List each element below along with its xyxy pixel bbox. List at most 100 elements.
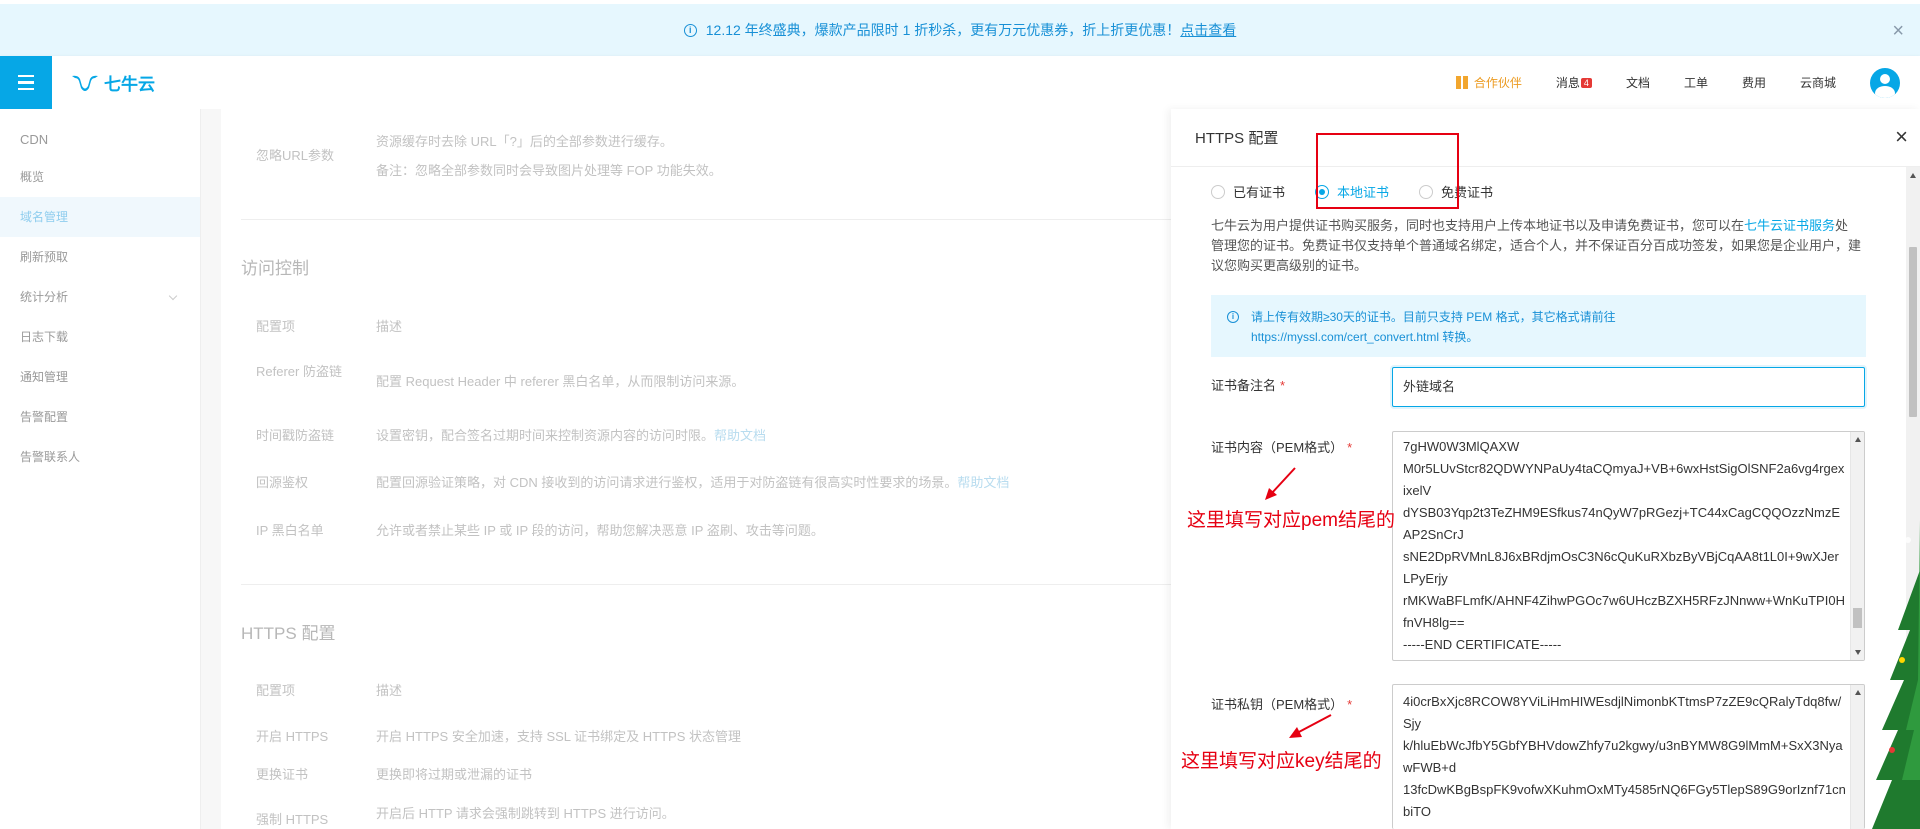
cert-service-link[interactable]: 七牛云证书服务 <box>1744 218 1835 233</box>
cert-line: 7gHW0W3MlQAXW <box>1403 439 1520 454</box>
nav-billing[interactable]: 费用 <box>1742 74 1766 91</box>
header-nav: 合作伙伴 消息 4 文档 工单 费用 云商城 <box>1422 56 1900 109</box>
tip-line-1: 请上传有效期≥30天的证书。目前只支持 PEM 格式，其它格式请前往 <box>1251 310 1616 324</box>
cert-line: rMKWaBFLmfK/AHNF4ZihwPGOc7w6UHczBZXH5RFz… <box>1403 593 1845 630</box>
referer-label: Referer 防盗链 <box>256 364 342 379</box>
cert-desc-pre: 七牛云为用户提供证书购买服务，同时也支持用户上传本地证书以及申请免费证书，您可以… <box>1211 218 1745 233</box>
origin-auth-help-link[interactable]: 帮助文档 <box>957 475 1009 490</box>
change-cert-label: 更换证书 <box>256 767 309 782</box>
divider <box>241 219 1171 220</box>
sidebar-item-cdn[interactable]: CDN <box>0 123 200 157</box>
christmas-tree-decoration-icon <box>1872 480 1920 829</box>
sidebar-item-overview[interactable]: 概览 <box>0 157 200 197</box>
change-cert-desc: 更换即将过期或泄漏的证书 <box>376 767 533 782</box>
info-icon: i <box>1227 311 1239 323</box>
nav-messages-label: 消息 <box>1555 76 1580 90</box>
cert-name-input[interactable]: 外链域名 <box>1392 367 1865 407</box>
drawer-header: HTTPS 配置 × <box>1171 109 1920 167</box>
qiniu-logo-icon <box>72 75 98 91</box>
access-col-item: 配置项 <box>256 319 296 334</box>
key-line: 4i0crBxXjc8RCOW8YViLiHmHIWEsdjlNimonbKTt… <box>1403 694 1842 731</box>
cert-line: M0r5LUvStcr82QDWYNPaUy4taCQmyaJ+VB+6wxHs… <box>1403 461 1845 498</box>
cert-name-label-text: 证书备注名 <box>1211 378 1277 393</box>
gift-icon <box>1455 76 1468 89</box>
timestamp-desc-text: 设置密钥，配合签名过期时间来控制资源内容的访问时限。 <box>376 428 715 443</box>
cert-content-textarea[interactable]: 7gHW0W3MlQAXW M0r5LUvStcr82QDWYNPaUy4taC… <box>1392 431 1865 661</box>
sidebar-item-notify[interactable]: 通知管理 <box>0 357 200 397</box>
promo-link[interactable]: 点击查看 <box>1180 20 1236 40</box>
private-key-textarea[interactable]: 4i0crBxXjc8RCOW8YViLiHmHIWEsdjlNimonbKTt… <box>1392 684 1865 829</box>
timestamp-label: 时间戳防盗链 <box>256 428 335 443</box>
menu-toggle-button[interactable] <box>0 56 52 109</box>
sidebar: CDN 概览 域名管理 刷新预取 统计分析 日志下载 通知管理 告警配置 告警联… <box>0 109 201 829</box>
enable-https-desc: 开启 HTTPS 安全加速，支持 SSL 证书绑定及 HTTPS 状态管理 <box>376 729 741 744</box>
https-section-title: HTTPS 配置 <box>241 624 336 643</box>
sidebar-item-domains[interactable]: 域名管理 <box>0 197 200 237</box>
annotation-cert-hint: 这里填写对应pem结尾的 <box>1187 510 1395 531</box>
origin-auth-desc-text: 配置回源验证策略，对 CDN 接收到的访问请求进行鉴权，适用于对防盗链有很高实时… <box>376 475 958 490</box>
required-mark: * <box>1347 440 1353 455</box>
user-avatar[interactable] <box>1870 67 1900 98</box>
force-https-desc: 开启后 HTTP 请求会强制跳转到 HTTPS 进行访问。 <box>376 806 675 821</box>
sidebar-item-stats-label: 统计分析 <box>20 290 69 304</box>
ignore-url-label: 忽略URL参数 <box>256 148 335 163</box>
drawer-close-icon[interactable]: × <box>1895 126 1908 148</box>
sidebar-item-logs[interactable]: 日志下载 <box>0 317 200 357</box>
sidebar-item-contacts[interactable]: 告警联系人 <box>0 437 200 477</box>
referer-desc: 配置 Request Header 中 referer 黑白名单，从而限制访问来… <box>376 374 745 389</box>
chevron-down-icon <box>168 291 178 301</box>
top-header: 七牛云 合作伙伴 消息 4 文档 工单 费用 云商城 <box>0 56 1920 109</box>
enable-https-label: 开启 HTTPS <box>256 729 329 744</box>
nav-docs[interactable]: 文档 <box>1626 74 1650 91</box>
force-https-label: 强制 HTTPS <box>256 812 329 827</box>
cert-description: 七牛云为用户提供证书购买服务，同时也支持用户上传本地证书以及申请免费证书，您可以… <box>1211 216 1861 276</box>
qiniu-logo[interactable]: 七牛云 <box>70 70 155 95</box>
cert-line: sNE2DpRVMnL8J6xBRdjmOsC3N6cQuKuRXbzByVBj… <box>1403 549 1839 586</box>
banner-close-icon[interactable]: × <box>1892 20 1904 43</box>
cert-line: dYSB03Yqp2t3TeZHM9ESfkus74nQyW7pRGezj+TC… <box>1403 505 1841 542</box>
ip-list-desc: 允许或者禁止某些 IP 或 IP 段的访问，帮助您解决恶意 IP 盗刷、攻击等问… <box>376 523 824 538</box>
drawer-title: HTTPS 配置 <box>1195 130 1279 147</box>
cert-content-label-text: 证书内容（PEM格式） <box>1211 440 1344 455</box>
logo-text: 七牛云 <box>104 75 155 94</box>
sidebar-item-stats[interactable]: 统计分析 <box>0 277 200 317</box>
domain-config-card: 忽略URL参数 资源缓存时去除 URL「?」后的全部参数进行缓存。 备注：忽略全… <box>221 109 1171 829</box>
ip-list-label: IP 黑白名单 <box>256 523 324 538</box>
https-col-desc: 描述 <box>376 683 403 698</box>
nav-tickets[interactable]: 工单 <box>1684 74 1708 91</box>
radio-existing-label: 已有证书 <box>1233 185 1286 200</box>
required-mark: * <box>1280 378 1286 393</box>
https-config-drawer: HTTPS 配置 × 已有证书 本地证书 免费证书 七牛云为用户提供证书购买服务… <box>1171 109 1920 829</box>
annotation-arrow-icon <box>1289 714 1332 738</box>
origin-auth-desc: 配置回源验证策略，对 CDN 接收到的访问请求进行鉴权，适用于对防盗链有很高实时… <box>376 472 1009 491</box>
sidebar-item-refresh[interactable]: 刷新预取 <box>0 237 200 277</box>
cert-line: -----END CERTIFICATE----- <box>1403 637 1562 652</box>
promo-banner: i 12.12 年终盛典，爆款产品限时 1 折秒杀，更有万元优惠券，折上折更优惠… <box>0 0 1920 56</box>
radio-existing-cert[interactable]: 已有证书 <box>1211 182 1285 201</box>
key-line: k/hluEbWcJfbY5GbfYBHVdowZhfy7u2kgwy/u3nB… <box>1403 738 1843 775</box>
annotation-highlight-box <box>1316 133 1459 209</box>
promo-text: 12.12 年终盛典，爆款产品限时 1 折秒杀，更有万元优惠券，折上折更优惠！ <box>705 22 1181 38</box>
timestamp-help-link[interactable]: 帮助文档 <box>714 428 766 443</box>
key-line: 13fcDwKBgBspFK9vofwXKuhmOxMTy4585rNQ6FGy… <box>1403 782 1846 819</box>
timestamp-desc: 设置密钥，配合签名过期时间来控制资源内容的访问时限。帮助文档 <box>376 425 766 444</box>
annotation-key-hint: 这里填写对应key结尾的 <box>1181 751 1382 772</box>
sidebar-item-alerts[interactable]: 告警配置 <box>0 397 200 437</box>
radio-circle-icon <box>1211 184 1225 199</box>
ignore-url-desc1: 资源缓存时去除 URL「?」后的全部参数进行缓存。 <box>376 134 673 149</box>
access-control-title: 访问控制 <box>241 259 309 278</box>
ignore-url-desc2: 备注：忽略全部参数同时会导致图片处理等 FOP 功能失效。 <box>376 163 722 178</box>
divider <box>241 584 1171 585</box>
https-col-item: 配置项 <box>256 683 296 698</box>
required-mark: * <box>1347 697 1353 712</box>
main-content: 忽略URL参数 资源缓存时去除 URL「?」后的全部参数进行缓存。 备注：忽略全… <box>201 109 1171 829</box>
cert-content-label: 证书内容（PEM格式） * <box>1211 437 1352 456</box>
nav-messages[interactable]: 消息 4 <box>1556 74 1592 91</box>
annotation-arrow-icon <box>1265 467 1296 500</box>
nav-partner[interactable]: 合作伙伴 <box>1455 74 1522 91</box>
cert-name-label: 证书备注名 * <box>1211 375 1285 394</box>
info-icon: i <box>683 23 697 37</box>
access-col-desc: 描述 <box>376 319 403 334</box>
nav-market[interactable]: 云商城 <box>1800 74 1836 91</box>
messages-count-badge: 4 <box>1580 77 1592 88</box>
